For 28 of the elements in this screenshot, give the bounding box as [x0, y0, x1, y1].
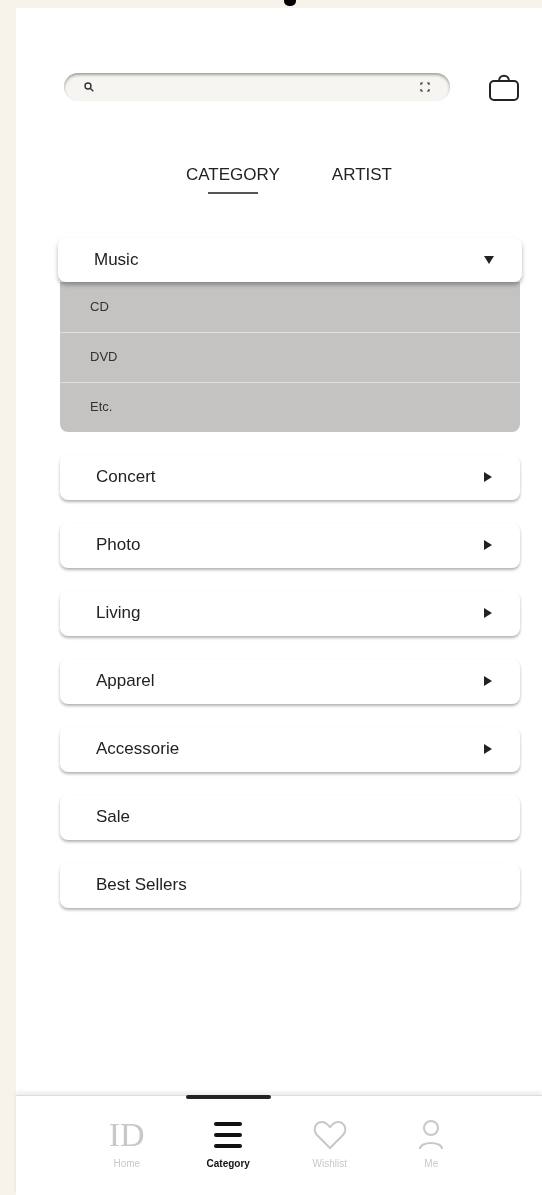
scan-icon — [420, 82, 430, 92]
tab[interactable]: ARTIST — [331, 162, 392, 194]
arrow-right-icon — [484, 608, 492, 618]
submenu-item[interactable]: CD — [60, 281, 520, 332]
category-item[interactable]: Accessorie — [60, 726, 520, 772]
submenu-item[interactable]: Etc. — [60, 381, 520, 432]
category-item[interactable]: Sale — [60, 794, 520, 840]
nav-label: Category — [206, 1157, 250, 1171]
heart-icon — [312, 1119, 347, 1151]
tab[interactable]: CATEGORY — [186, 162, 280, 194]
shopping-bag-icon[interactable] — [488, 72, 520, 102]
arrow-right-icon — [484, 540, 492, 550]
submenu-item[interactable]: DVD — [60, 331, 520, 382]
category-item[interactable]: Photo — [60, 522, 520, 568]
person-icon — [418, 1119, 445, 1151]
nav-tab[interactable]: Category — [177, 1096, 279, 1195]
search-field[interactable] — [64, 73, 450, 101]
menu-icon — [213, 1119, 244, 1151]
category-item[interactable]: Apparel — [60, 658, 520, 704]
arrow-right-icon — [484, 472, 492, 482]
arrow-right-icon — [484, 744, 492, 754]
caret-icon — [484, 255, 494, 264]
category-item[interactable]: Best Sellers — [60, 862, 520, 908]
category-item[interactable]: Concert — [60, 454, 520, 500]
category-item[interactable]: Living — [60, 590, 520, 636]
category-dropdown[interactable]: Music — [58, 237, 522, 282]
search-icon — [84, 82, 94, 92]
arrow-right-icon — [484, 676, 492, 686]
